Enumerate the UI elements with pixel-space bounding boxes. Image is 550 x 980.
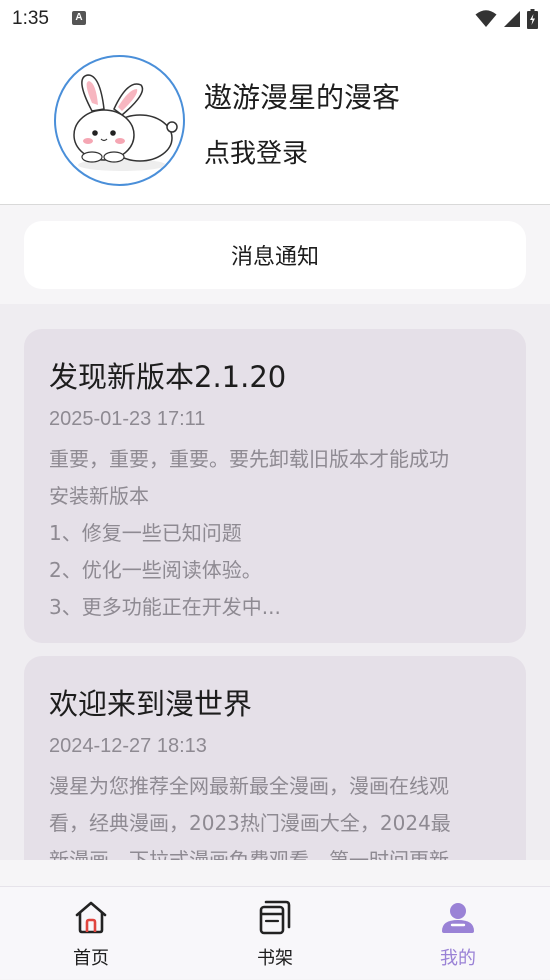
wifi-icon <box>475 10 497 27</box>
tab-home-label: 首页 <box>73 948 109 969</box>
card-date: 2024-12-27 18:13 <box>49 735 207 757</box>
card-body: 重要，重要，重要。要先卸载旧版本才能成功 安装新版本 1、修复一些已知问题 2、… <box>49 447 449 619</box>
profile-icon <box>442 903 474 933</box>
avatar[interactable] <box>54 55 185 186</box>
tab-bookshelf-label: 书架 <box>257 948 293 969</box>
rabbit-avatar-icon <box>73 74 178 171</box>
notification-feed[interactable]: 发现新版本2.1.20 2025-01-23 17:11 重要，重要，重要。要先… <box>0 304 550 860</box>
status-time: 1:35 <box>12 8 49 29</box>
bookshelf-icon <box>259 900 291 935</box>
profile-header: 遨游漫星的漫客 点我登录 <box>0 38 550 205</box>
card-title: 发现新版本2.1.20 <box>49 360 287 394</box>
messages-section: 消息通知 <box>0 206 550 304</box>
card-date: 2025-01-23 17:11 <box>49 408 206 430</box>
notification-icon: A <box>72 11 86 25</box>
message-notification-button[interactable]: 消息通知 <box>24 221 526 289</box>
home-icon <box>75 901 107 934</box>
card-body: 漫星为您推荐全网最新最全漫画，漫画在线观 看，经典漫画，2023热门漫画大全，2… <box>49 774 451 860</box>
tab-mine-label: 我的 <box>440 948 476 969</box>
login-link[interactable]: 点我登录 <box>204 133 308 170</box>
status-bar: 1:35 A <box>0 0 550 38</box>
notification-card[interactable]: 欢迎来到漫世界 2024-12-27 18:13 漫星为您推荐全网最新最全漫画，… <box>24 656 526 860</box>
status-icons <box>475 9 538 29</box>
bottom-tab-bar: 首页 书架 我的 <box>0 886 550 979</box>
notification-card[interactable]: 发现新版本2.1.20 2025-01-23 17:11 重要，重要，重要。要先… <box>24 329 526 643</box>
battery-icon <box>527 9 538 29</box>
signal-icon <box>504 11 520 27</box>
tab-home[interactable]: 首页 <box>31 887 151 980</box>
nickname: 遨游漫星的漫客 <box>204 81 401 114</box>
tab-bookshelf[interactable]: 书架 <box>215 887 335 980</box>
tab-mine[interactable]: 我的 <box>398 887 518 980</box>
card-title: 欢迎来到漫世界 <box>49 687 253 721</box>
